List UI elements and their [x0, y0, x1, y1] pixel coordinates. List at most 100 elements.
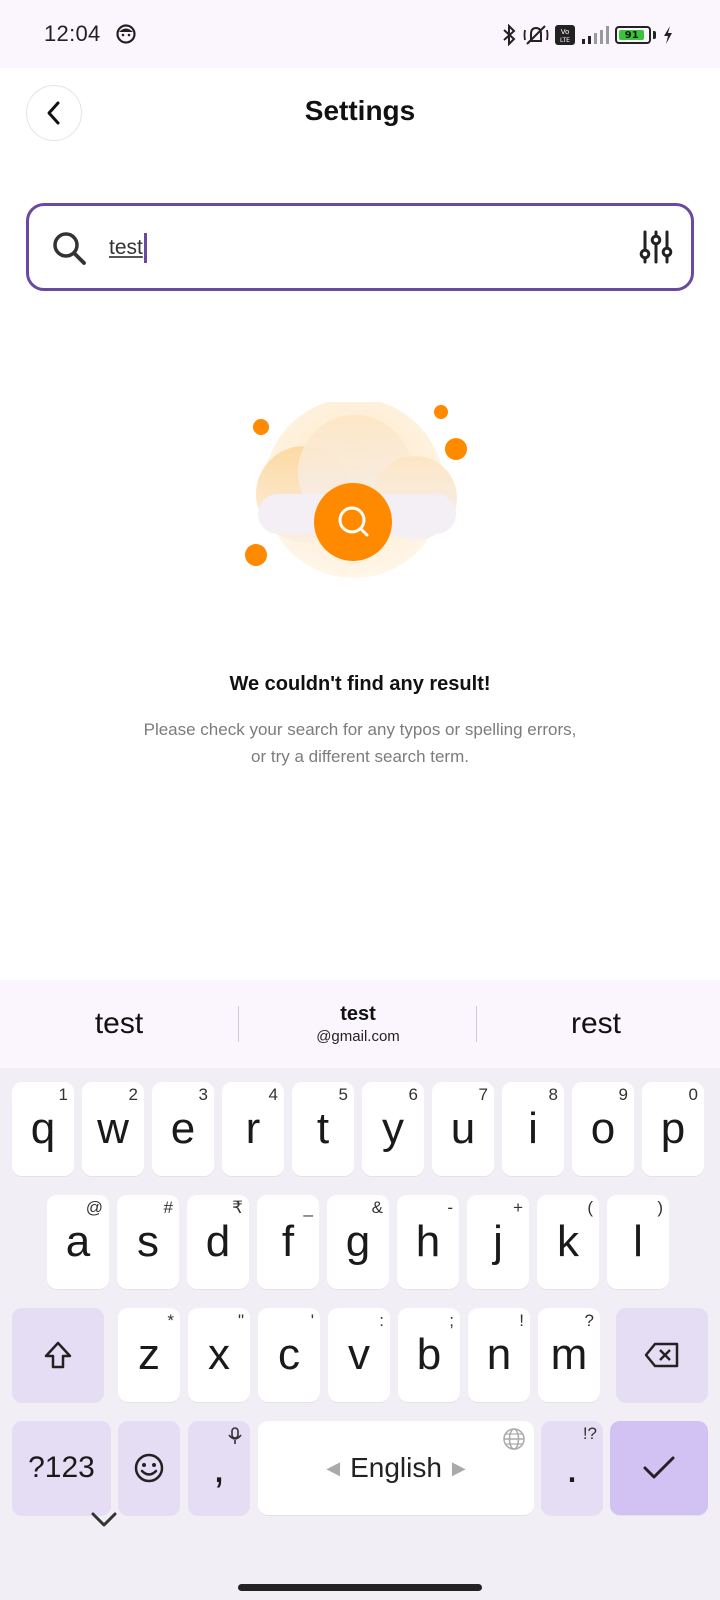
key-q[interactable]: 1q — [12, 1082, 74, 1176]
key-e[interactable]: 3e — [152, 1082, 214, 1176]
key-s[interactable]: # s — [117, 1195, 179, 1289]
key-label: r — [245, 1104, 261, 1153]
search-input[interactable]: test — [109, 228, 609, 268]
suggestion-left[interactable]: test — [0, 980, 238, 1068]
key-a[interactable]: @ a — [47, 1195, 109, 1289]
key-label: x — [208, 1330, 230, 1379]
key-hint: " — [237, 1311, 244, 1330]
enter-key[interactable] — [610, 1421, 708, 1515]
key-hint: 8 — [548, 1085, 558, 1104]
page-title: Settings — [304, 95, 416, 126]
period-key[interactable]: !? . — [541, 1421, 603, 1515]
silent-icon — [523, 25, 549, 45]
key-u[interactable]: 7u — [432, 1082, 494, 1176]
backspace-icon — [644, 1342, 679, 1368]
empty-state-description-line2: or try a different search term. — [251, 747, 469, 766]
key-k[interactable]: (k — [537, 1195, 599, 1289]
battery-tip — [653, 31, 656, 39]
key-hint: 2 — [128, 1085, 138, 1104]
key-j[interactable]: + j — [467, 1195, 529, 1289]
suggestion-right[interactable]: rest — [477, 980, 715, 1068]
key-hint: 3 — [198, 1085, 208, 1104]
key-h[interactable]: -h — [397, 1195, 459, 1289]
key-g[interactable]: & g — [327, 1195, 389, 1289]
key-label: k — [557, 1217, 579, 1266]
key-v[interactable]: :v — [328, 1308, 390, 1402]
key-w[interactable]: 2w — [82, 1082, 144, 1176]
home-indicator[interactable] — [238, 1584, 482, 1591]
key-hint: - — [447, 1198, 453, 1217]
key-hint: : — [379, 1311, 384, 1330]
key-hint: 0 — [688, 1085, 698, 1104]
key-label: y — [382, 1104, 404, 1153]
key-label: s — [137, 1217, 159, 1266]
key-p[interactable]: 0p — [642, 1082, 704, 1176]
key-t[interactable]: 5t — [292, 1082, 354, 1176]
text-caret — [143, 233, 147, 263]
key-hint: ) — [657, 1198, 663, 1217]
key-f[interactable]: _ f — [257, 1195, 319, 1289]
empty-state-description: Please check your search for any typos o… — [100, 716, 620, 770]
key-y[interactable]: 6y — [362, 1082, 424, 1176]
key-label: u — [450, 1104, 476, 1153]
key-n[interactable]: ! n — [468, 1308, 530, 1402]
key-l[interactable]: ) l — [607, 1195, 669, 1289]
svg-text:Vo: Vo — [561, 28, 570, 36]
key-hint: 9 — [618, 1085, 628, 1104]
key-z[interactable]: * z — [118, 1308, 180, 1402]
battery-level: 91 — [619, 30, 645, 41]
key-i[interactable]: 8i — [502, 1082, 564, 1176]
comma-key[interactable]: , — [188, 1421, 250, 1515]
filter-sliders-icon[interactable] — [639, 228, 673, 266]
period-key-hint: !? — [582, 1424, 597, 1443]
key-label: g — [345, 1217, 371, 1266]
globe-icon — [503, 1428, 525, 1450]
comma-key-label: , — [212, 1443, 226, 1492]
key-hint: ! — [519, 1311, 524, 1330]
volte-icon: Vo LTE — [555, 25, 575, 45]
backspace-key[interactable] — [616, 1308, 708, 1402]
key-hint: _ — [303, 1198, 313, 1217]
symbols-key[interactable]: ?123 — [12, 1421, 111, 1515]
search-box[interactable]: test — [26, 203, 694, 291]
shift-key[interactable] — [12, 1308, 104, 1402]
key-o[interactable]: 9o — [572, 1082, 634, 1176]
microphone-icon — [228, 1427, 242, 1444]
suggestion-center-sub: @gmail.com — [316, 1028, 400, 1045]
checkmark-icon — [643, 1456, 675, 1479]
key-label: z — [138, 1330, 160, 1379]
charging-icon — [664, 26, 672, 44]
face-icon — [115, 24, 136, 44]
keyboard-hide-chevron-icon[interactable] — [90, 1510, 118, 1528]
key-hint: & — [371, 1198, 383, 1217]
key-label: q — [30, 1104, 56, 1153]
search-icon — [53, 232, 86, 265]
key-hint: ( — [587, 1198, 593, 1217]
emoji-icon — [134, 1453, 164, 1483]
key-label: h — [415, 1217, 441, 1266]
key-b[interactable]: ; b — [398, 1308, 460, 1402]
key-hint: 7 — [478, 1085, 488, 1104]
space-key[interactable]: ◀ English ▶ — [258, 1421, 534, 1515]
suggestion-center-main: test — [340, 1003, 376, 1025]
key-m[interactable]: ? m — [538, 1308, 600, 1402]
key-d[interactable]: ₹ d — [187, 1195, 249, 1289]
suggestion-center[interactable]: test @gmail.com — [239, 980, 477, 1068]
key-x[interactable]: " x — [188, 1308, 250, 1402]
key-label: d — [205, 1217, 231, 1266]
key-r[interactable]: 4r — [222, 1082, 284, 1176]
key-hint: 5 — [338, 1085, 348, 1104]
key-c[interactable]: ' c — [258, 1308, 320, 1402]
no-results-illustration — [245, 402, 467, 578]
key-hint: 1 — [58, 1085, 68, 1104]
key-label: j — [493, 1217, 503, 1266]
key-label: w — [97, 1104, 129, 1153]
emoji-key[interactable] — [118, 1421, 180, 1515]
key-hint: ' — [310, 1311, 314, 1330]
period-key-label: . — [565, 1443, 579, 1492]
status-time: 12:04 — [44, 21, 101, 46]
symbols-key-label: ?123 — [28, 1451, 95, 1484]
bluetooth-icon — [503, 24, 516, 46]
key-label: l — [633, 1217, 643, 1266]
status-icons: Vo LTE 91 — [501, 24, 674, 46]
